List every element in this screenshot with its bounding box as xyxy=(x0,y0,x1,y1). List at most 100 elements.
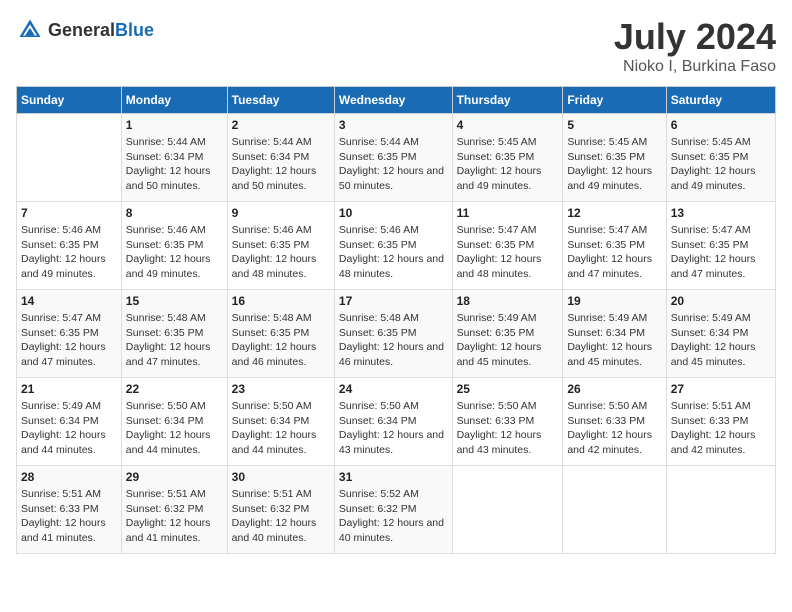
calendar-cell: 2Sunrise: 5:44 AM Sunset: 6:34 PM Daylig… xyxy=(227,114,334,202)
location-subtitle: Nioko I, Burkina Faso xyxy=(614,58,776,76)
calendar-cell: 21 Sunrise: 5:49 AM Sunset: 6:34 PM Dayli… xyxy=(17,378,122,466)
day-info: Sunrise: 5:48 AM Sunset: 6:35 PM Dayligh… xyxy=(232,311,330,370)
calendar-cell: 10 Sunrise: 5:46 AM Sunset: 6:35 PM Dayli… xyxy=(334,202,452,290)
day-info: Sunrise: 5:49 AM Sunset: 6:35 PM Dayligh… xyxy=(457,311,559,370)
day-number: 24 xyxy=(339,382,448,396)
calendar-cell xyxy=(666,466,775,554)
calendar-cell xyxy=(452,466,563,554)
day-number: 23 xyxy=(232,382,330,396)
col-header-saturday: Saturday xyxy=(666,87,775,114)
day-number: 1 xyxy=(126,118,223,132)
day-number: 13 xyxy=(671,206,771,220)
day-info: Sunrise: 5:52 AM Sunset: 6:32 PM Dayligh… xyxy=(339,487,448,546)
day-number: 28 xyxy=(21,470,117,484)
day-number: 20 xyxy=(671,294,771,308)
calendar-cell: 4 Sunrise: 5:45 AM Sunset: 6:35 PM Daylig… xyxy=(452,114,563,202)
day-number: 16 xyxy=(232,294,330,308)
day-info: Sunrise: 5:50 AM Sunset: 6:33 PM Dayligh… xyxy=(457,399,559,458)
day-number: 22 xyxy=(126,382,223,396)
header-row: SundayMondayTuesdayWednesdayThursdayFrid… xyxy=(17,87,776,114)
day-info: Sunrise: 5:49 AM Sunset: 6:34 PM Dayligh… xyxy=(567,311,661,370)
week-row-3: 14 Sunrise: 5:47 AM Sunset: 6:35 PM Dayli… xyxy=(17,290,776,378)
day-info: Sunrise: 5:44 AM Sunset: 6:34 PM Dayligh… xyxy=(126,135,223,194)
calendar-header: SundayMondayTuesdayWednesdayThursdayFrid… xyxy=(17,87,776,114)
calendar-cell: 1 Sunrise: 5:44 AM Sunset: 6:34 PM Daylig… xyxy=(121,114,227,202)
calendar-cell: 16 Sunrise: 5:48 AM Sunset: 6:35 PM Dayli… xyxy=(227,290,334,378)
day-info: Sunrise: 5:50 AM Sunset: 6:34 PM Dayligh… xyxy=(339,399,448,458)
day-info: Sunrise: 5:44 AM Sunset: 6:35 PM Dayligh… xyxy=(339,135,448,194)
calendar-body: 1 Sunrise: 5:44 AM Sunset: 6:34 PM Daylig… xyxy=(17,114,776,554)
calendar-cell: 17Sunrise: 5:48 AM Sunset: 6:35 PM Dayli… xyxy=(334,290,452,378)
calendar-cell: 12Sunrise: 5:47 AM Sunset: 6:35 PM Dayli… xyxy=(563,202,666,290)
day-info: Sunrise: 5:47 AM Sunset: 6:35 PM Dayligh… xyxy=(671,223,771,282)
day-info: Sunrise: 5:46 AM Sunset: 6:35 PM Dayligh… xyxy=(126,223,223,282)
day-info: Sunrise: 5:46 AM Sunset: 6:35 PM Dayligh… xyxy=(232,223,330,282)
day-number: 29 xyxy=(126,470,223,484)
day-info: Sunrise: 5:47 AM Sunset: 6:35 PM Dayligh… xyxy=(457,223,559,282)
week-row-2: 7Sunrise: 5:46 AM Sunset: 6:35 PM Daylig… xyxy=(17,202,776,290)
day-info: Sunrise: 5:45 AM Sunset: 6:35 PM Dayligh… xyxy=(567,135,661,194)
week-row-5: 28 Sunrise: 5:51 AM Sunset: 6:33 PM Dayli… xyxy=(17,466,776,554)
day-info: Sunrise: 5:45 AM Sunset: 6:35 PM Dayligh… xyxy=(457,135,559,194)
col-header-sunday: Sunday xyxy=(17,87,122,114)
calendar-cell: 28 Sunrise: 5:51 AM Sunset: 6:33 PM Dayli… xyxy=(17,466,122,554)
day-info: Sunrise: 5:50 AM Sunset: 6:33 PM Dayligh… xyxy=(567,399,661,458)
day-number: 9 xyxy=(232,206,330,220)
col-header-monday: Monday xyxy=(121,87,227,114)
day-number: 26 xyxy=(567,382,661,396)
day-number: 14 xyxy=(21,294,117,308)
day-info: Sunrise: 5:51 AM Sunset: 6:32 PM Dayligh… xyxy=(126,487,223,546)
calendar-cell: 15 Sunrise: 5:48 AM Sunset: 6:35 PM Dayli… xyxy=(121,290,227,378)
calendar-cell: 6Sunrise: 5:45 AM Sunset: 6:35 PM Daylig… xyxy=(666,114,775,202)
calendar-cell: 27Sunrise: 5:51 AM Sunset: 6:33 PM Dayli… xyxy=(666,378,775,466)
day-number: 8 xyxy=(126,206,223,220)
day-info: Sunrise: 5:47 AM Sunset: 6:35 PM Dayligh… xyxy=(21,311,117,370)
col-header-friday: Friday xyxy=(563,87,666,114)
day-info: Sunrise: 5:46 AM Sunset: 6:35 PM Dayligh… xyxy=(339,223,448,282)
day-info: Sunrise: 5:50 AM Sunset: 6:34 PM Dayligh… xyxy=(232,399,330,458)
day-number: 10 xyxy=(339,206,448,220)
title-block: July 2024 Nioko I, Burkina Faso xyxy=(614,16,776,76)
day-info: Sunrise: 5:47 AM Sunset: 6:35 PM Dayligh… xyxy=(567,223,661,282)
calendar-cell: 7Sunrise: 5:46 AM Sunset: 6:35 PM Daylig… xyxy=(17,202,122,290)
day-info: Sunrise: 5:45 AM Sunset: 6:35 PM Dayligh… xyxy=(671,135,771,194)
calendar-cell: 8 Sunrise: 5:46 AM Sunset: 6:35 PM Daylig… xyxy=(121,202,227,290)
calendar-cell: 29 Sunrise: 5:51 AM Sunset: 6:32 PM Dayli… xyxy=(121,466,227,554)
day-number: 18 xyxy=(457,294,559,308)
col-header-tuesday: Tuesday xyxy=(227,87,334,114)
week-row-1: 1 Sunrise: 5:44 AM Sunset: 6:34 PM Daylig… xyxy=(17,114,776,202)
week-row-4: 21 Sunrise: 5:49 AM Sunset: 6:34 PM Dayli… xyxy=(17,378,776,466)
day-number: 3 xyxy=(339,118,448,132)
calendar-cell: 13 Sunrise: 5:47 AM Sunset: 6:35 PM Dayli… xyxy=(666,202,775,290)
page-header: GeneralBlue July 2024 Nioko I, Burkina F… xyxy=(16,16,776,76)
day-number: 15 xyxy=(126,294,223,308)
month-year-title: July 2024 xyxy=(614,16,776,58)
day-info: Sunrise: 5:46 AM Sunset: 6:35 PM Dayligh… xyxy=(21,223,117,282)
calendar-cell: 11Sunrise: 5:47 AM Sunset: 6:35 PM Dayli… xyxy=(452,202,563,290)
calendar-cell: 20 Sunrise: 5:49 AM Sunset: 6:34 PM Dayli… xyxy=(666,290,775,378)
day-info: Sunrise: 5:48 AM Sunset: 6:35 PM Dayligh… xyxy=(339,311,448,370)
day-number: 30 xyxy=(232,470,330,484)
calendar-cell: 26 Sunrise: 5:50 AM Sunset: 6:33 PM Dayli… xyxy=(563,378,666,466)
calendar-cell: 3 Sunrise: 5:44 AM Sunset: 6:35 PM Daylig… xyxy=(334,114,452,202)
day-number: 25 xyxy=(457,382,559,396)
col-header-thursday: Thursday xyxy=(452,87,563,114)
calendar-cell: 23 Sunrise: 5:50 AM Sunset: 6:34 PM Dayli… xyxy=(227,378,334,466)
day-number: 19 xyxy=(567,294,661,308)
day-info: Sunrise: 5:44 AM Sunset: 6:34 PM Dayligh… xyxy=(232,135,330,194)
calendar-table: SundayMondayTuesdayWednesdayThursdayFrid… xyxy=(16,86,776,554)
day-info: Sunrise: 5:48 AM Sunset: 6:35 PM Dayligh… xyxy=(126,311,223,370)
calendar-cell: 5Sunrise: 5:45 AM Sunset: 6:35 PM Daylig… xyxy=(563,114,666,202)
calendar-cell: 25 Sunrise: 5:50 AM Sunset: 6:33 PM Dayli… xyxy=(452,378,563,466)
day-info: Sunrise: 5:51 AM Sunset: 6:33 PM Dayligh… xyxy=(21,487,117,546)
day-info: Sunrise: 5:50 AM Sunset: 6:34 PM Dayligh… xyxy=(126,399,223,458)
day-number: 21 xyxy=(21,382,117,396)
logo-text-blue: Blue xyxy=(115,20,154,40)
calendar-cell: 22 Sunrise: 5:50 AM Sunset: 6:34 PM Dayli… xyxy=(121,378,227,466)
calendar-cell xyxy=(17,114,122,202)
day-info: Sunrise: 5:49 AM Sunset: 6:34 PM Dayligh… xyxy=(21,399,117,458)
day-number: 4 xyxy=(457,118,559,132)
day-info: Sunrise: 5:49 AM Sunset: 6:34 PM Dayligh… xyxy=(671,311,771,370)
calendar-cell: 24 Sunrise: 5:50 AM Sunset: 6:34 PM Dayli… xyxy=(334,378,452,466)
day-info: Sunrise: 5:51 AM Sunset: 6:32 PM Dayligh… xyxy=(232,487,330,546)
